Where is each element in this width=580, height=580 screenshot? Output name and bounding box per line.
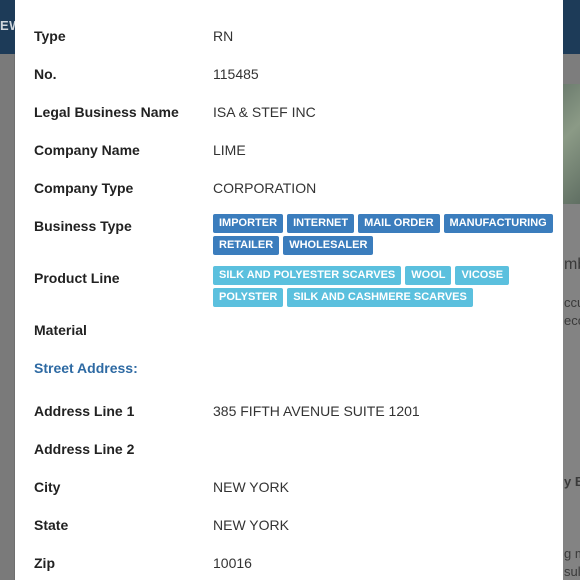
field-label: Zip [34,555,55,571]
business-type-tag: IMPORTER [213,214,284,233]
field-value: 385 FIFTH AVENUE SUITE 1201 [213,403,420,419]
field-label: No. [34,66,57,82]
street-address-heading: Street Address: [34,360,138,376]
field-value: NEW YORK [213,517,289,533]
field-label: Business Type [34,218,132,234]
field-label: Type [34,28,66,44]
background-right-strip: mb ccu eco y B g m sult [563,54,580,580]
product-line-tag: WOOL [405,266,452,285]
field-value: CORPORATION [213,180,317,196]
business-type-tag: RETAILER [213,236,280,255]
field-value: 115485 [213,66,259,82]
product-line-tag: SILK AND CASHMERE SCARVES [287,288,473,307]
field-label: State [34,517,69,533]
background-text-fragment: g m [564,546,580,561]
business-type-tag: INTERNET [287,214,355,233]
company-details-modal: Type RN No. 115485 Legal Business Name I… [15,0,563,580]
background-left-strip [0,54,14,580]
business-type-tag: WHOLESALER [283,236,374,255]
field-label: Address Line 1 [34,403,135,419]
product-line-tags: SILK AND POLYESTER SCARVES WOOL VICOSE P… [213,266,553,307]
field-value: NEW YORK [213,479,289,495]
background-text-fragment: ccu [564,295,580,310]
field-label: Company Type [34,180,134,196]
product-line-tag: POLYSTER [213,288,284,307]
field-label: City [34,479,61,495]
background-text-fragment: y B [564,474,580,489]
field-label: Legal Business Name [34,104,179,120]
field-value: LIME [213,142,246,158]
business-type-tag: MANUFACTURING [443,214,553,233]
product-line-tag: VICOSE [455,266,510,285]
business-type-tags: IMPORTER INTERNET MAIL ORDER MANUFACTURI… [213,214,553,255]
field-value: ISA & STEF INC [213,104,316,120]
field-label: Product Line [34,270,120,286]
background-text-fragment: sult [564,564,580,579]
field-label: Address Line 2 [34,441,135,457]
business-type-tag: MAIL ORDER [358,214,440,233]
field-label: Material [34,322,87,338]
field-value: 10016 [213,555,252,571]
field-label: Company Name [34,142,140,158]
background-image [563,84,580,206]
background-text-fragment: mb [564,256,580,273]
product-line-tag: SILK AND POLYESTER SCARVES [213,266,402,285]
field-value: RN [213,28,234,44]
background-text-fragment: eco [564,313,580,328]
